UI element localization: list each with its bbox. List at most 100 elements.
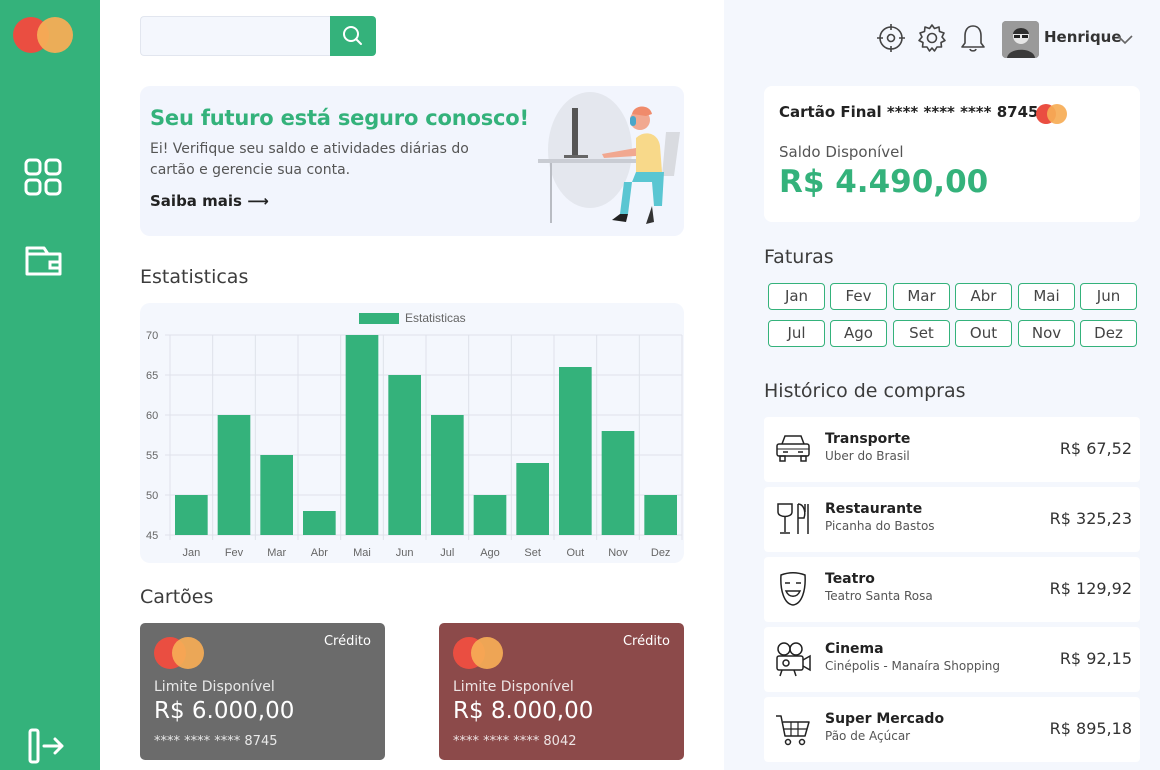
bar <box>644 495 677 535</box>
user-photo-icon <box>1002 21 1039 58</box>
month-button[interactable]: Mai <box>1018 283 1075 310</box>
month-button[interactable]: Nov <box>1018 320 1075 347</box>
month-button[interactable]: Mar <box>893 283 950 310</box>
bar <box>175 495 208 535</box>
bar <box>559 367 592 535</box>
x-tick-label: Out <box>566 547 584 559</box>
card-limit-label: Limite Disponível <box>453 679 574 695</box>
month-filter: Jan Fev Mar Abr Mai Jun Jul Ago Set Out … <box>768 283 1140 347</box>
purchase-merchant: Picanha do Bastos <box>825 519 935 533</box>
bar <box>217 415 251 535</box>
stats-chart: 45 50 55 60 65 70 Jan Fev Mar Abr Mai Jun Jul Ago Set O… <box>140 303 684 563</box>
sidebar <box>0 0 100 770</box>
purchase-merchant: Pão de Açúcar <box>825 729 911 743</box>
y-tick-label: 45 <box>146 530 158 542</box>
y-tick-label: 60 <box>146 410 158 422</box>
bar <box>260 455 293 535</box>
bell-icon[interactable] <box>957 22 989 54</box>
purchase-item[interactable]: Super Mercado Pão de Açúcar R$ 895,18 <box>764 697 1140 762</box>
month-button[interactable]: Jun <box>1080 283 1137 310</box>
month-button[interactable]: Ago <box>830 320 887 347</box>
x-tick-label: Nov <box>608 547 628 559</box>
purchase-amount: R$ 895,18 <box>1049 719 1132 738</box>
bar <box>473 495 507 535</box>
purchase-item[interactable]: Restaurante Picanha do Bastos R$ 325,23 <box>764 487 1140 552</box>
y-tick-label: 50 <box>146 490 158 502</box>
x-tick-label: Fev <box>225 547 244 559</box>
logout-icon[interactable] <box>24 726 64 766</box>
card-limit-value: R$ 6.000,00 <box>154 698 295 724</box>
search-bar <box>140 16 376 56</box>
card-type: Crédito <box>622 634 670 649</box>
purchase-merchant: Cinépolis - Manaíra Shopping <box>825 659 1000 673</box>
film-camera-icon <box>776 642 811 677</box>
invoices-section-title: Faturas <box>764 246 834 268</box>
purchase-merchant: Teatro Santa Rosa <box>825 589 933 603</box>
user-name[interactable]: Henrique <box>1044 28 1122 46</box>
avatar[interactable] <box>1002 21 1039 58</box>
bar <box>303 511 336 535</box>
balance-value: R$ 4.490,00 <box>779 164 989 200</box>
y-tick-label: 70 <box>146 330 158 342</box>
x-tick-label: Jul <box>440 547 454 559</box>
month-button[interactable]: Set <box>893 320 950 347</box>
search-input[interactable] <box>140 16 332 56</box>
purchase-amount: R$ 92,15 <box>1059 649 1132 668</box>
x-tick-label: Jan <box>182 547 200 559</box>
dashboard-icon[interactable] <box>24 158 64 198</box>
card-brand-logo <box>1036 104 1068 124</box>
chevron-down-icon[interactable] <box>1116 32 1134 46</box>
bar <box>431 415 464 535</box>
month-button[interactable]: Jan <box>768 283 825 310</box>
legend-swatch <box>359 313 399 324</box>
purchase-category: Restaurante <box>825 501 923 517</box>
month-button[interactable]: Out <box>955 320 1012 347</box>
shopping-cart-icon <box>776 715 810 746</box>
main-content: Seu futuro está seguro conosco! Ei! Veri… <box>100 0 724 770</box>
card-type: Crédito <box>323 634 371 649</box>
brand-logo[interactable] <box>13 17 75 53</box>
y-tick-label: 55 <box>146 450 158 462</box>
dining-icon <box>777 503 809 534</box>
credit-card[interactable]: Crédito Limite Disponível R$ 6.000,00 **… <box>140 623 385 760</box>
purchase-item[interactable]: Transporte Uber do Brasil R$ 67,52 <box>764 417 1140 482</box>
stats-section-title: Estatisticas <box>140 266 249 288</box>
learn-more-link[interactable]: Saiba mais ⟶ <box>150 192 269 210</box>
purchase-item[interactable]: Cinema Cinépolis - Manaíra Shopping R$ 9… <box>764 627 1140 692</box>
hero-text: Ei! Verifique seu saldo e atividades diá… <box>150 141 469 178</box>
x-tick-label: Ago <box>480 547 500 559</box>
bar <box>601 431 635 535</box>
bar <box>388 375 421 535</box>
month-button[interactable]: Dez <box>1080 320 1137 347</box>
theater-mask-icon <box>780 572 806 606</box>
location-target-icon[interactable] <box>875 22 907 54</box>
search-button[interactable] <box>330 16 376 56</box>
history-section-title: Histórico de compras <box>764 380 966 402</box>
x-tick-label: Abr <box>311 547 328 559</box>
month-button[interactable]: Jul <box>768 320 825 347</box>
purchase-category: Teatro <box>825 571 875 587</box>
month-button[interactable]: Abr <box>955 283 1012 310</box>
x-tick-label: Mar <box>267 547 286 559</box>
purchase-item[interactable]: Teatro Teatro Santa Rosa R$ 129,92 <box>764 557 1140 622</box>
y-tick-label: 65 <box>146 370 158 382</box>
bar <box>345 335 379 535</box>
credit-card[interactable]: Crédito Limite Disponível R$ 8.000,00 **… <box>439 623 684 760</box>
card-limit-label: Limite Disponível <box>154 679 275 695</box>
purchase-merchant: Uber do Brasil <box>825 449 910 463</box>
card-number: **** **** **** 8042 <box>453 734 577 749</box>
purchase-category: Cinema <box>825 641 884 657</box>
month-button[interactable]: Fev <box>830 283 887 310</box>
x-tick-label: Dez <box>651 547 671 559</box>
balance-card: Cartão Final **** **** **** 8745 Saldo D… <box>764 86 1140 222</box>
purchase-category: Transporte <box>825 431 911 447</box>
wallet-icon[interactable] <box>24 240 64 280</box>
right-panel: Henrique Cartão Final **** **** **** 874… <box>724 0 1160 770</box>
gear-icon[interactable] <box>916 22 948 54</box>
card-final-title: Cartão Final **** **** **** 8745 <box>779 103 1039 121</box>
card-limit-value: R$ 8.000,00 <box>453 698 594 724</box>
balance-label: Saldo Disponível <box>779 143 904 161</box>
hero-banner: Seu futuro está seguro conosco! Ei! Veri… <box>140 86 684 236</box>
purchase-amount: R$ 129,92 <box>1049 579 1132 598</box>
purchase-amount: R$ 67,52 <box>1059 439 1132 458</box>
